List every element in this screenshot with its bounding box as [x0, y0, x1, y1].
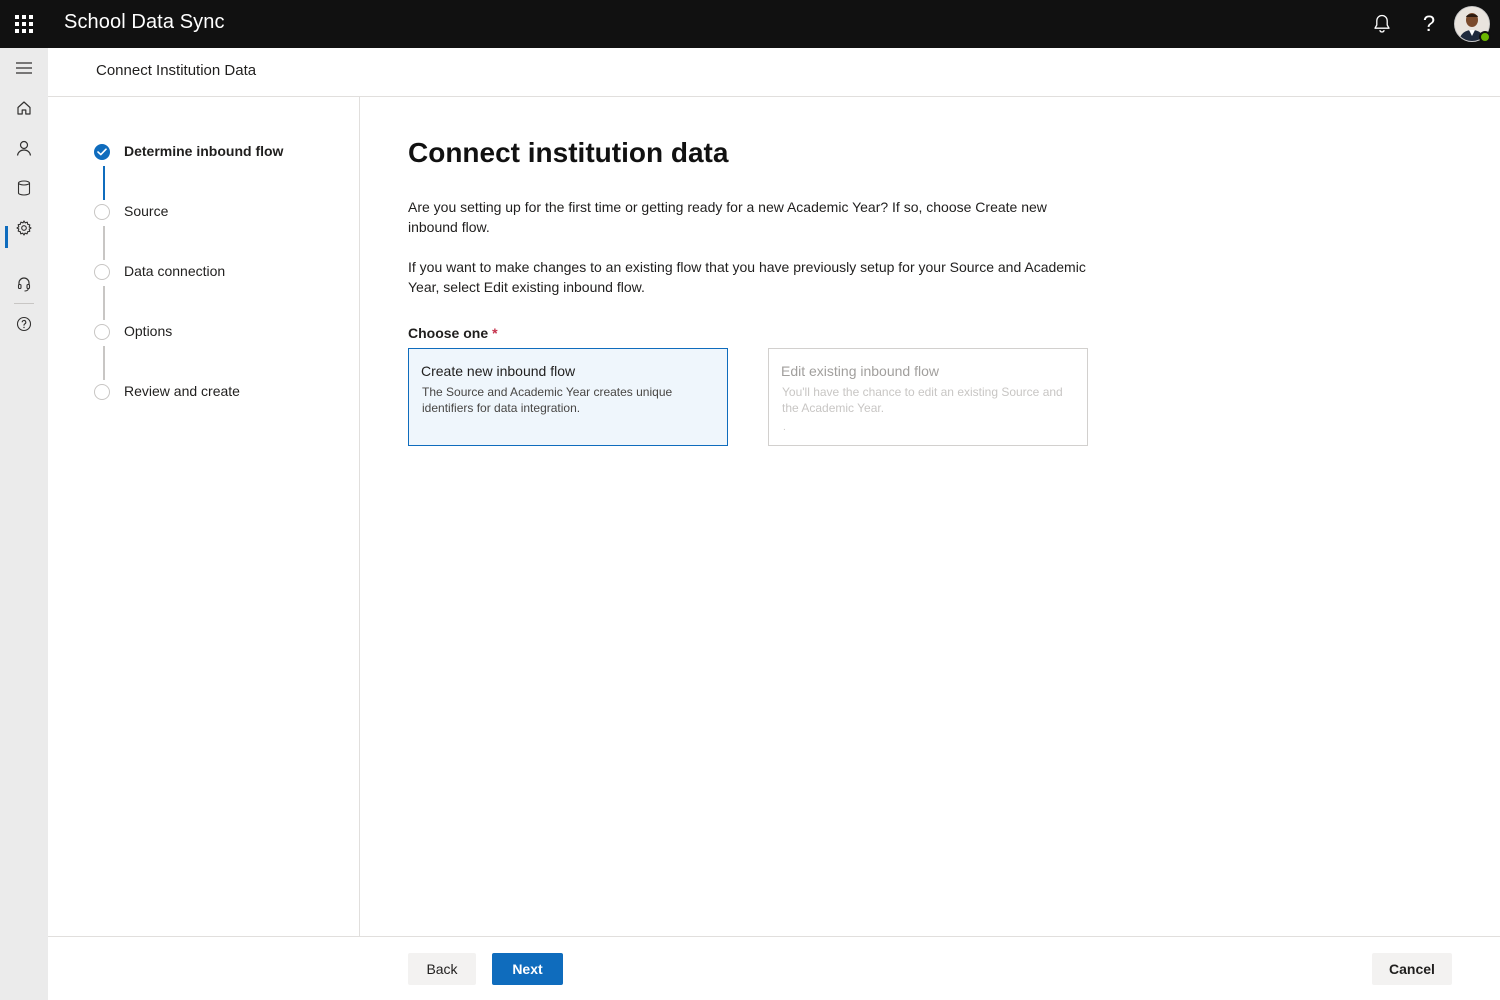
database-icon[interactable] [0, 168, 48, 208]
back-button[interactable]: Back [408, 953, 476, 985]
step-determine-inbound-flow[interactable]: Determine inbound flow [94, 140, 283, 164]
menu-icon[interactable] [0, 48, 48, 88]
step-connector [103, 166, 105, 200]
check-circle-icon [94, 144, 110, 160]
cancel-button[interactable]: Cancel [1372, 953, 1452, 985]
step-source: Source [94, 200, 168, 224]
step-label: Options [124, 323, 173, 339]
create-new-inbound-flow-card[interactable]: Create new inbound flow The Source and A… [408, 348, 728, 446]
left-nav-rail [0, 48, 48, 1000]
choose-one-label: Choose one * [408, 325, 498, 341]
step-label: Data connection [124, 263, 226, 279]
bell-icon[interactable] [1366, 8, 1398, 40]
card-trailing-text: . [783, 422, 786, 433]
empty-circle-icon [94, 264, 110, 280]
edit-paragraph: If you want to make changes to an existi… [408, 259, 1086, 295]
people-icon[interactable] [0, 128, 48, 168]
next-button[interactable]: Next [492, 953, 563, 985]
app-title: School Data Sync [64, 11, 225, 33]
card-description: The Source and Academic Year creates uni… [422, 385, 673, 415]
empty-circle-icon [94, 324, 110, 340]
home-icon[interactable] [0, 88, 48, 128]
top-bar: School Data Sync ? [0, 0, 1500, 48]
step-label: Determine inbound flow [124, 143, 284, 159]
step-connector [103, 226, 105, 260]
user-avatar[interactable] [1454, 6, 1491, 43]
question-circle-icon[interactable] [0, 304, 48, 344]
card-description: You'll have the chance to edit an existi… [782, 385, 1063, 415]
card-title: Create new inbound flow [421, 363, 576, 379]
presence-badge [1479, 31, 1491, 43]
main-content: Connect institution data Are you setting… [360, 97, 1500, 936]
step-data-connection: Data connection [94, 260, 225, 284]
page-header: Connect Institution Data [48, 48, 1500, 97]
app-launcher-icon[interactable] [0, 0, 48, 48]
intro-paragraph: Are you setting up for the first time or… [408, 199, 1047, 235]
edit-existing-inbound-flow-card[interactable]: Edit existing inbound flow You'll have t… [768, 348, 1088, 446]
choose-one-text: Choose one [408, 325, 489, 341]
help-icon[interactable]: ? [1413, 8, 1445, 40]
step-options: Options [94, 320, 172, 344]
wizard-steps: Determine inbound flow Source Data conne… [48, 97, 360, 936]
required-marker: * [492, 325, 498, 341]
empty-circle-icon [94, 384, 110, 400]
step-label: Review and create [124, 383, 240, 399]
wizard-footer: Back Next Cancel [48, 936, 1500, 1000]
step-connector [103, 286, 105, 320]
empty-circle-icon [94, 204, 110, 220]
card-title: Edit existing inbound flow [781, 363, 939, 379]
headset-icon[interactable] [0, 264, 48, 304]
step-connector [103, 346, 105, 380]
gear-icon[interactable] [0, 208, 48, 248]
step-label: Source [124, 203, 169, 219]
page-heading: Connect institution data [408, 137, 729, 168]
step-review-and-create: Review and create [94, 380, 240, 404]
page-title: Connect Institution Data [96, 62, 257, 79]
